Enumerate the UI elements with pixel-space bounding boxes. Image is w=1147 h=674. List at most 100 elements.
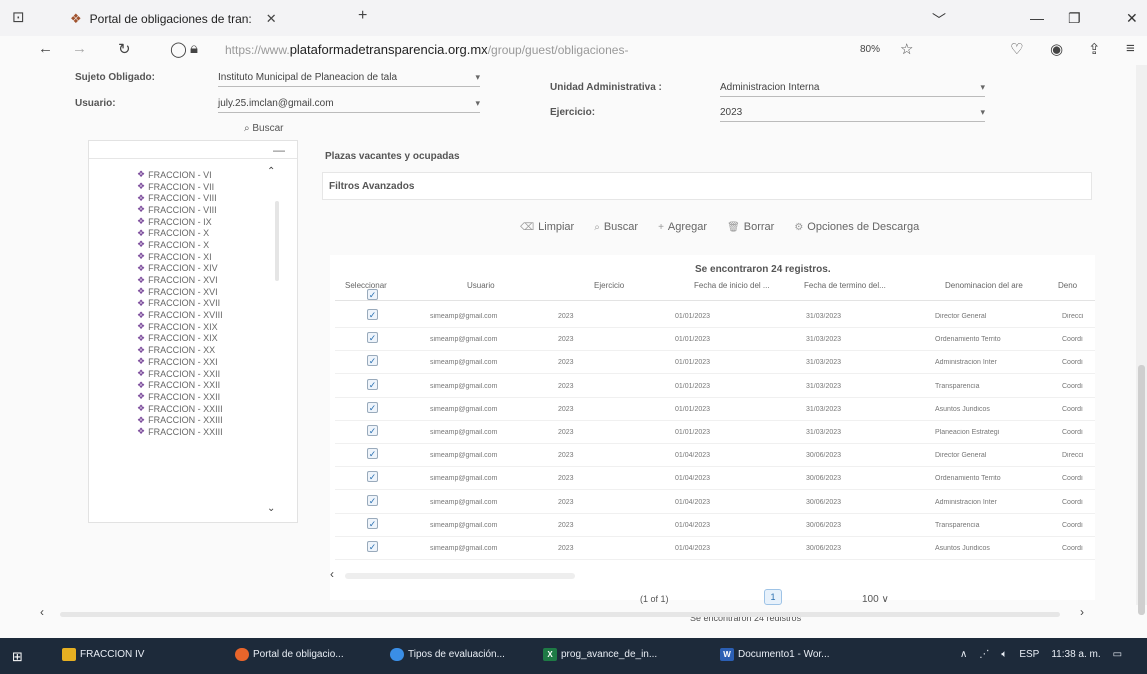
fraccion-item[interactable]: ❖ FRACCION - X: [137, 227, 223, 239]
address-bar[interactable]: https://www.plataformadetransparencia.or…: [225, 42, 845, 60]
fraccion-item[interactable]: ❖ FRACCION - XI: [137, 251, 223, 263]
scroll-thumb[interactable]: [1138, 365, 1145, 615]
row-checkbox[interactable]: ✓: [367, 541, 378, 552]
scroll-right-icon[interactable]: ›: [1080, 605, 1084, 619]
buscar-link[interactable]: ⌕ Buscar: [244, 123, 284, 134]
fraccion-item[interactable]: ❖ FRACCION - XXII: [137, 391, 223, 403]
taskbar-app-word[interactable]: W Documento1 - Wor...: [720, 648, 830, 661]
close-window-icon[interactable]: ✕: [1126, 10, 1138, 27]
fraccion-item[interactable]: ❖ FRACCION - XVII: [137, 298, 223, 310]
borrar-button[interactable]: 🗑︎ Borrar: [727, 221, 774, 233]
usuario-select[interactable]: july.25.imclan@gmail.com ▾: [218, 98, 480, 113]
header-denominacion[interactable]: Deno: [1058, 281, 1077, 290]
new-tab-button[interactable]: +: [358, 7, 367, 25]
notifications-icon[interactable]: ▭: [1113, 649, 1122, 660]
fraccion-item[interactable]: ❖ FRACCION - IX: [137, 216, 223, 228]
table-row[interactable]: [335, 489, 1095, 491]
taskbar-app-folder[interactable]: FRACCION IV: [62, 648, 144, 661]
table-row[interactable]: [335, 512, 1095, 514]
bookmark-star-icon[interactable]: ☆: [900, 40, 913, 58]
fraccion-item[interactable]: ❖ FRACCION - XVI: [137, 274, 223, 286]
language-indicator[interactable]: ESP: [1019, 649, 1039, 660]
select-all-checkbox[interactable]: ✓: [367, 289, 378, 300]
scroll-left-icon[interactable]: ‹: [330, 567, 334, 581]
table-row[interactable]: [335, 419, 1095, 421]
scroll-down-icon[interactable]: ⌄: [267, 503, 275, 514]
minimize-icon[interactable]: —: [1030, 10, 1044, 26]
table-row[interactable]: [335, 350, 1095, 352]
reload-icon[interactable]: ↻: [118, 40, 131, 58]
row-checkbox[interactable]: ✓: [367, 332, 378, 344]
restore-icon[interactable]: ❐: [1068, 10, 1081, 27]
volume-icon[interactable]: 🔈︎: [1001, 649, 1007, 660]
agregar-button[interactable]: + Agregar: [658, 221, 707, 233]
fraccion-item[interactable]: ❖ FRACCION - XVI: [137, 286, 223, 298]
fraccion-item[interactable]: ❖ FRACCION - X: [137, 239, 223, 251]
page-size-select[interactable]: 100 ∨: [862, 594, 889, 605]
fraccion-item[interactable]: ❖ FRACCION - VIII: [137, 204, 223, 216]
network-icon[interactable]: ⋰: [979, 649, 989, 660]
chevron-up-icon[interactable]: ∧: [960, 649, 967, 660]
scroll-left-icon[interactable]: ‹: [40, 605, 44, 619]
descarga-button[interactable]: ⚙ Opciones de Descarga: [794, 221, 919, 233]
row-checkbox[interactable]: ✓: [367, 471, 378, 483]
fraccion-item[interactable]: ❖ FRACCION - XIV: [137, 263, 223, 275]
buscar-button[interactable]: ⌕ Buscar: [594, 221, 638, 233]
unidad-select[interactable]: Administracion Interna ▾: [720, 82, 985, 97]
row-checkbox[interactable]: ✓: [367, 309, 378, 320]
row-checkbox[interactable]: ✓: [367, 378, 378, 390]
table-row[interactable]: [335, 559, 1095, 560]
panel-scrollbar[interactable]: [275, 201, 279, 281]
header-seleccionar[interactable]: Seleccionar: [345, 281, 387, 290]
filtros-avanzados-bar[interactable]: Filtros Avanzados: [322, 172, 1092, 200]
scroll-track[interactable]: [60, 612, 1060, 617]
clock[interactable]: 11:38 a. m.: [1051, 649, 1100, 660]
fraccion-item[interactable]: ❖ FRACCION - XXIII: [137, 403, 223, 415]
table-row[interactable]: [335, 396, 1095, 398]
collapse-icon[interactable]: —: [273, 143, 285, 157]
page-horizontal-scrollbar[interactable]: ‹ ›: [40, 605, 1100, 621]
extension-icon[interactable]: ◉: [1050, 40, 1063, 58]
row-checkbox[interactable]: ✓: [367, 517, 378, 529]
fraccion-item[interactable]: ❖ FRACCION - XXIII: [137, 414, 223, 426]
fraccion-item[interactable]: ❖ FRACCION - VII: [137, 181, 223, 193]
fraccion-item[interactable]: ❖ FRACCION - XX: [137, 344, 223, 356]
header-usuario[interactable]: Usuario: [467, 281, 495, 290]
table-row[interactable]: [335, 373, 1095, 375]
fraccion-item[interactable]: ❖ FRACCION - XXIII: [137, 426, 223, 438]
row-checkbox[interactable]: ✓: [367, 448, 378, 460]
sujeto-select[interactable]: Instituto Municipal de Planeacion de tal…: [218, 72, 480, 87]
header-fecha-termino[interactable]: Fecha de termino del...: [804, 281, 886, 290]
row-checkbox[interactable]: ✓: [367, 355, 378, 367]
lock-icon[interactable]: 🔒︎: [190, 40, 198, 57]
row-checkbox[interactable]: ✓: [367, 401, 378, 413]
browser-tab[interactable]: ❖ Portal de obligaciones de tran: ✕: [70, 8, 340, 30]
grid-horizontal-scrollbar[interactable]: [345, 573, 575, 579]
taskbar-app-excel[interactable]: Xprog_avance_de_in...: [543, 648, 657, 661]
fraccion-item[interactable]: ❖ FRACCION - XXII: [137, 379, 223, 391]
page-button[interactable]: 1: [764, 589, 782, 605]
header-ejercicio[interactable]: Ejercicio: [594, 281, 624, 290]
table-row[interactable]: [335, 466, 1095, 468]
fraccion-item[interactable]: ❖ FRACCION - XVIII: [137, 309, 223, 321]
fraccion-item[interactable]: ❖ FRACCION - XXI: [137, 356, 223, 368]
forward-arrow-icon[interactable]: →: [72, 40, 87, 57]
tab-close-icon[interactable]: ✕: [266, 11, 277, 27]
taskbar-app-firefox[interactable]: Portal de obligacio...: [235, 648, 344, 661]
share-icon[interactable]: ⇪: [1088, 40, 1101, 58]
taskbar-app-chrome[interactable]: Tipos de evaluación...: [390, 648, 505, 661]
table-row[interactable]: [335, 327, 1095, 328]
fraccion-item[interactable]: ❖ FRACCION - VIII: [137, 192, 223, 204]
pocket-icon[interactable]: ♡: [1010, 40, 1023, 58]
header-denominacion-area[interactable]: Denominacion del are: [945, 281, 1023, 290]
table-row[interactable]: [335, 443, 1095, 444]
shield-icon[interactable]: ◯: [170, 40, 187, 58]
fraccion-item[interactable]: ❖ FRACCION - XIX: [137, 321, 223, 333]
tab-list-icon[interactable]: ⊡: [12, 8, 25, 26]
header-fecha-inicio[interactable]: Fecha de inicio del ...: [694, 281, 770, 290]
zoom-level[interactable]: 80%: [860, 44, 880, 55]
page-vertical-scrollbar[interactable]: [1136, 65, 1147, 615]
scroll-up-icon[interactable]: ⌃: [267, 166, 275, 177]
fraccion-item[interactable]: ❖ FRACCION - XIX: [137, 333, 223, 345]
windows-start-icon[interactable]: ⊞: [12, 649, 23, 665]
